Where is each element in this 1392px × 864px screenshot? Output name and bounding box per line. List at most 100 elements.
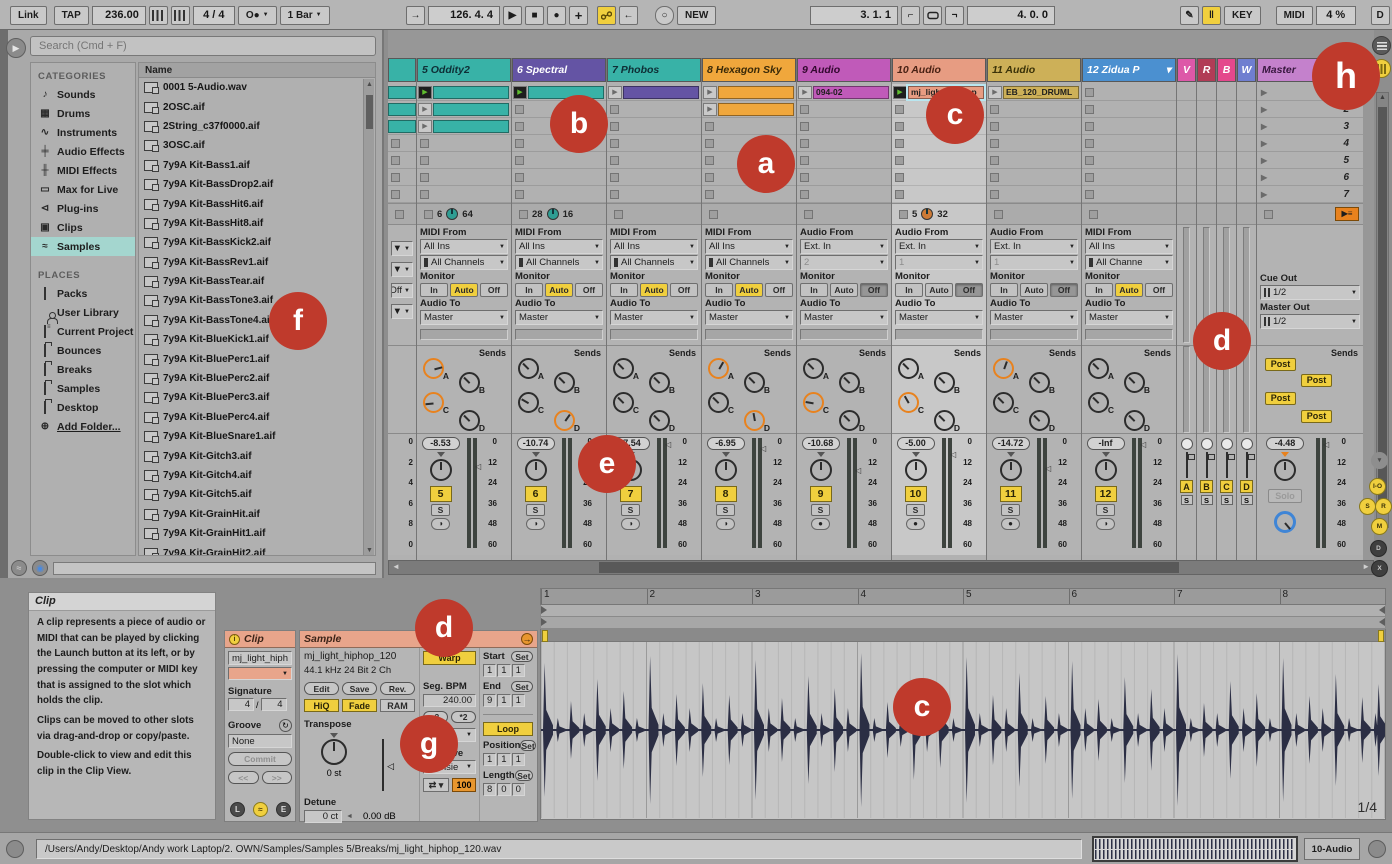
midi-map-button[interactable]: MIDI — [1276, 6, 1313, 25]
scene-launch-icon[interactable]: ▶ — [1261, 139, 1267, 148]
clip-slot[interactable] — [702, 186, 796, 203]
input-channel-selector[interactable]: 2 — [800, 255, 888, 270]
file-row[interactable]: 7y9A Kit-Bass1.aif — [139, 156, 375, 175]
position-set-button[interactable]: Set — [520, 740, 535, 751]
return-solo-button[interactable]: S — [1221, 495, 1233, 505]
output-selector[interactable]: Master — [705, 310, 793, 325]
post-toggle[interactable]: Post — [1301, 410, 1332, 423]
monitor-auto-button[interactable]: Auto — [735, 283, 763, 297]
bpm-double-button[interactable]: *2 — [451, 711, 476, 723]
file-row[interactable]: 7y9A Kit-Gitch5.aif — [139, 485, 375, 504]
return-activator[interactable]: B — [1200, 480, 1213, 493]
output-selector[interactable]: Master — [610, 310, 698, 325]
clip-body[interactable]: EB_120_DRUML — [1003, 86, 1079, 99]
sidebar-item-midi-effects[interactable]: ╫MIDI Effects — [31, 161, 135, 180]
input-channel-selector[interactable]: All Channe — [1085, 255, 1173, 270]
clip-slot[interactable] — [987, 152, 1081, 169]
send-b-knob[interactable]: B — [1029, 372, 1050, 393]
scene-slot[interactable]: ▶3 — [1257, 118, 1363, 135]
monitor-off-button[interactable]: Off — [1145, 283, 1173, 297]
solo-button[interactable]: S — [1096, 504, 1115, 516]
clip-info-icon[interactable]: i — [229, 634, 240, 645]
solo-button[interactable]: S — [431, 504, 450, 516]
send-d-knob[interactable]: D — [839, 410, 860, 431]
return-fader[interactable] — [1186, 452, 1188, 478]
clip-slot[interactable] — [987, 135, 1081, 152]
clip-slot[interactable]: ▶ — [607, 84, 701, 101]
record-button[interactable]: ● — [547, 6, 566, 25]
clip-body[interactable] — [528, 86, 604, 99]
scene-slot[interactable]: ▶6 — [1257, 169, 1363, 186]
file-row[interactable]: 7y9A Kit-BassTear.aif — [139, 272, 375, 291]
track-header[interactable] — [388, 58, 416, 82]
nudge-forward-button[interactable]: >> — [262, 771, 293, 784]
start-end-brace[interactable] — [540, 617, 1386, 629]
return-solo-button[interactable]: S — [1181, 495, 1193, 505]
input-channel-selector[interactable]: 1 — [895, 255, 983, 270]
pan-knob[interactable] — [715, 459, 737, 481]
arm-button[interactable]: ◑ — [621, 518, 640, 530]
file-row[interactable]: 7y9A Kit-Gitch3.aif — [139, 446, 375, 465]
reenable-automation-button[interactable]: ← — [619, 6, 638, 25]
sidebar-item-plug-ins[interactable]: ⊲Plug-ins — [31, 199, 135, 218]
input-channel-selector[interactable]: All Channels — [420, 255, 508, 270]
clip-name-field[interactable]: mj_light_hiph — [228, 651, 292, 665]
file-row[interactable]: 3OSC.aif — [139, 136, 375, 155]
track-header[interactable]: 11 Audio — [987, 58, 1081, 82]
play-button[interactable]: ▶ — [503, 6, 522, 25]
post-toggle[interactable]: Post — [1301, 374, 1332, 387]
send-a-knob[interactable]: A — [708, 358, 729, 379]
punch-out-icon[interactable]: ¬ — [945, 6, 964, 25]
monitor-in-button[interactable]: In — [1085, 283, 1113, 297]
clip-slot[interactable] — [1082, 118, 1176, 135]
follow-button[interactable]: ‖ — [1202, 6, 1221, 25]
clip-slot[interactable] — [1082, 84, 1176, 101]
volume-display[interactable]: -8.53 — [422, 437, 460, 450]
clip-slot[interactable] — [797, 152, 891, 169]
status-left-icon[interactable] — [6, 840, 24, 858]
sidebar-item-instruments[interactable]: ∿Instruments — [31, 123, 135, 142]
volume-display[interactable]: -10.74 — [517, 437, 555, 450]
file-row[interactable]: 7y9A Kit-Gitch4.aif — [139, 466, 375, 485]
clip-launch-button[interactable]: ▶ — [703, 86, 717, 99]
show-sends-toggle[interactable]: S — [1359, 498, 1376, 515]
track-header[interactable]: 12 Zidua P▾ — [1082, 58, 1176, 82]
post-toggle[interactable]: Post — [1265, 392, 1296, 405]
track-activator[interactable]: 12 — [1095, 486, 1117, 502]
monitor-auto-button[interactable]: Auto — [640, 283, 668, 297]
pan-knob[interactable] — [1095, 459, 1117, 481]
transient-loop-mode[interactable]: ⇄ ▾ — [423, 778, 449, 792]
clip-launch-button[interactable]: ▶ — [988, 86, 1002, 99]
monitor-in-button[interactable]: In — [895, 283, 923, 297]
clip-launch-button[interactable]: ▶ — [798, 86, 812, 99]
return-activator[interactable]: C — [1220, 480, 1233, 493]
monitor-auto-button[interactable]: Auto — [450, 283, 478, 297]
monitor-auto-button[interactable]: Auto — [545, 283, 573, 297]
send-c-knob[interactable]: C — [518, 392, 539, 413]
monitor-off-button[interactable]: Off — [575, 283, 603, 297]
clip-slot[interactable] — [987, 169, 1081, 186]
end-set-button[interactable]: Set — [511, 681, 533, 692]
output-selector[interactable]: Master — [800, 310, 888, 325]
place-item-desktop[interactable]: Desktop — [31, 398, 135, 417]
scene-launch-icon[interactable]: ▶ — [1261, 173, 1267, 182]
sidebar-item-clips[interactable]: ▣Clips — [31, 218, 135, 237]
send-b-knob[interactable]: B — [459, 372, 480, 393]
send-b-knob[interactable]: B — [839, 372, 860, 393]
clip-slot[interactable] — [607, 101, 701, 118]
file-row[interactable]: 7y9A Kit-BlueSnare1.aif — [139, 427, 375, 446]
clip-slot[interactable] — [607, 135, 701, 152]
input-type-selector[interactable]: Ext. In — [895, 239, 983, 254]
clip-body[interactable] — [718, 86, 794, 99]
return-fader[interactable] — [1226, 452, 1228, 478]
send-c-knob[interactable]: C — [1088, 392, 1109, 413]
transpose-knob[interactable] — [321, 739, 347, 765]
return-activator[interactable]: A — [1180, 480, 1193, 493]
follow-arrow-icon[interactable]: → — [406, 6, 425, 25]
monitor-off-button[interactable]: Off — [1050, 283, 1078, 297]
clip-body[interactable] — [433, 103, 509, 116]
file-row[interactable]: 7y9A Kit-BluePerc4.aif — [139, 408, 375, 427]
show-mixer-toggle[interactable]: M — [1371, 518, 1388, 535]
output-selector[interactable]: Master — [515, 310, 603, 325]
return-header[interactable]: R — [1197, 58, 1216, 82]
